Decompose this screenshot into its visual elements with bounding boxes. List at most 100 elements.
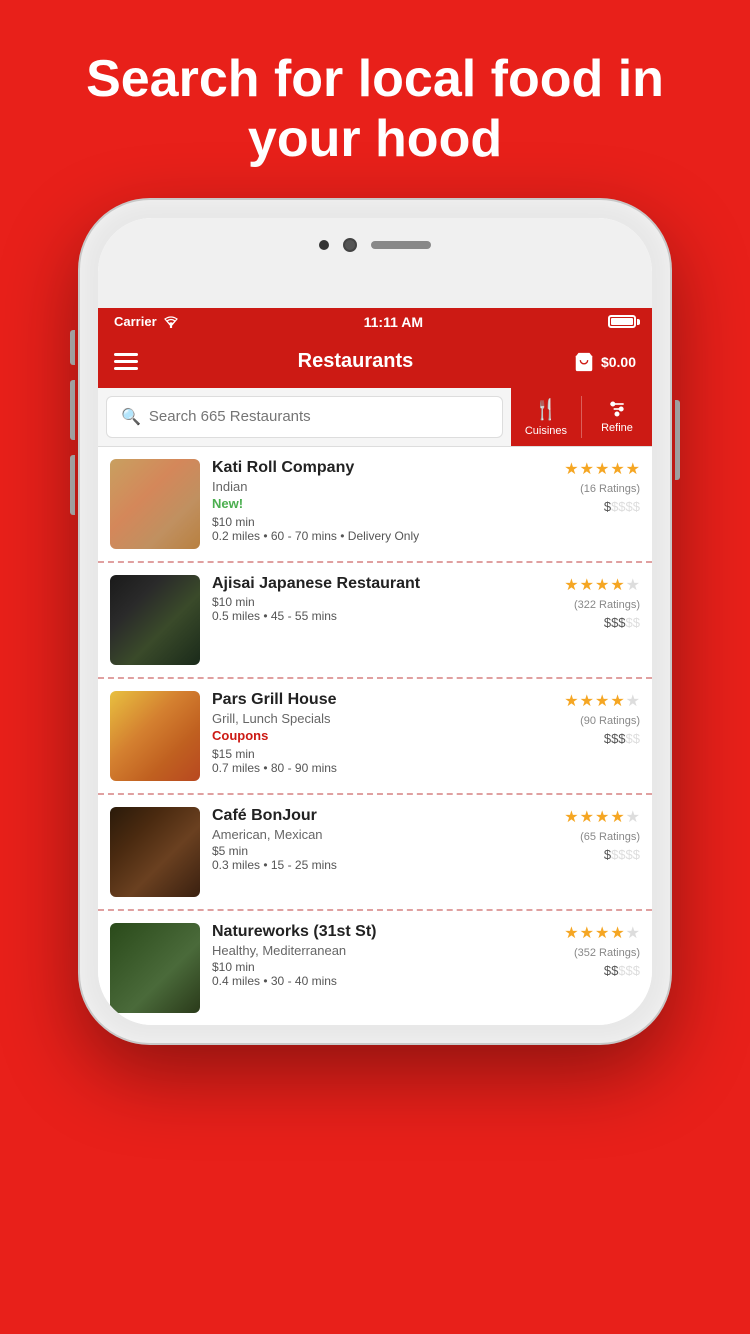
star-1: ★ xyxy=(564,807,578,827)
star-1: ★ xyxy=(564,459,578,479)
restaurant-badge: Coupons xyxy=(212,728,530,743)
star-2: ★ xyxy=(580,807,594,827)
cuisines-label: Cuisines xyxy=(525,425,567,437)
star-5: ★ xyxy=(626,575,640,595)
side-button-vol-down xyxy=(70,455,75,515)
star-rating: ★★★★★ xyxy=(564,459,640,479)
cuisines-icon: 🍴 xyxy=(533,397,558,422)
restaurant-thumbnail xyxy=(110,923,200,1013)
star-4: ★ xyxy=(610,923,624,943)
side-button-mute xyxy=(70,330,75,365)
cart-button[interactable]: $0.00 xyxy=(573,351,636,373)
star-rating: ★★★★★ xyxy=(564,575,640,595)
restaurant-name: Natureworks (31st St) xyxy=(212,923,530,941)
restaurant-side: ★★★★★ (16 Ratings) $$$$$ xyxy=(530,459,640,514)
wifi-icon xyxy=(163,316,179,328)
price-level: $$$$$ xyxy=(604,731,640,746)
restaurant-item[interactable]: Ajisai Japanese Restaurant $10 min 0.5 m… xyxy=(98,563,652,679)
nav-title: Restaurants xyxy=(298,350,414,373)
battery-icon xyxy=(608,315,636,328)
restaurant-min-order: $5 min xyxy=(212,844,530,858)
phone-shell: Carrier 11:11 AM xyxy=(80,200,670,1043)
restaurant-side: ★★★★★ (65 Ratings) $$$$$ xyxy=(530,807,640,862)
restaurant-delivery-info: 0.7 miles • 80 - 90 mins xyxy=(212,761,530,775)
cuisines-button[interactable]: 🍴 Cuisines xyxy=(511,388,581,446)
star-2: ★ xyxy=(580,459,594,479)
star-4: ★ xyxy=(610,459,624,479)
star-3: ★ xyxy=(595,575,609,595)
restaurant-delivery-info: 0.4 miles • 30 - 40 mins xyxy=(212,974,530,988)
cart-amount: $0.00 xyxy=(601,354,636,370)
star-4: ★ xyxy=(610,691,624,711)
price-level: $$$$$ xyxy=(604,499,640,514)
restaurant-badge: New! xyxy=(212,496,530,511)
refine-button[interactable]: Refine xyxy=(582,388,652,446)
carrier-label: Carrier xyxy=(114,314,157,329)
battery-fill xyxy=(611,318,633,325)
hamburger-line-3 xyxy=(114,367,138,370)
restaurant-info: Kati Roll Company Indian New! $10 min 0.… xyxy=(212,459,530,543)
cart-bag-icon xyxy=(573,351,595,373)
ratings-count: (352 Ratings) xyxy=(574,947,640,959)
restaurant-side: ★★★★★ (352 Ratings) $$$$$ xyxy=(530,923,640,978)
restaurant-min-order: $10 min xyxy=(212,515,530,529)
star-2: ★ xyxy=(580,923,594,943)
star-3: ★ xyxy=(595,691,609,711)
restaurant-list: Kati Roll Company Indian New! $10 min 0.… xyxy=(98,447,652,1025)
restaurant-min-order: $10 min xyxy=(212,595,530,609)
restaurant-name: Kati Roll Company xyxy=(212,459,530,477)
star-rating: ★★★★★ xyxy=(564,691,640,711)
restaurant-info: Café BonJour American, Mexican $5 min 0.… xyxy=(212,807,530,872)
star-5: ★ xyxy=(626,923,640,943)
star-4: ★ xyxy=(610,807,624,827)
search-input[interactable] xyxy=(149,408,488,425)
filter-buttons: 🍴 Cuisines Refine xyxy=(511,388,652,446)
hamburger-line-2 xyxy=(114,360,138,363)
status-bar: Carrier 11:11 AM xyxy=(98,308,652,336)
status-left: Carrier xyxy=(114,314,179,329)
restaurant-thumbnail xyxy=(110,459,200,549)
star-3: ★ xyxy=(595,807,609,827)
price-level: $$$$$ xyxy=(604,615,640,630)
search-filter-row: 🔍 🍴 Cuisines xyxy=(98,388,652,447)
side-button-vol-up xyxy=(70,380,75,440)
restaurant-delivery-info: 0.5 miles • 45 - 55 mins xyxy=(212,609,530,623)
star-3: ★ xyxy=(595,459,609,479)
hero-title: Search for local food in your hood xyxy=(0,0,750,200)
nav-bar: Restaurants $0.00 xyxy=(98,336,652,388)
restaurant-thumbnail xyxy=(110,807,200,897)
restaurant-cuisine: Healthy, Mediterranean xyxy=(212,943,530,958)
restaurant-min-order: $10 min xyxy=(212,960,530,974)
refine-icon xyxy=(607,399,627,419)
restaurant-thumbnail xyxy=(110,575,200,665)
camera-area xyxy=(319,238,431,252)
restaurant-name: Pars Grill House xyxy=(212,691,530,709)
restaurant-item[interactable]: Kati Roll Company Indian New! $10 min 0.… xyxy=(98,447,652,563)
star-3: ★ xyxy=(595,923,609,943)
ratings-count: (16 Ratings) xyxy=(580,483,640,495)
restaurant-item[interactable]: Natureworks (31st St) Healthy, Mediterra… xyxy=(98,911,652,1025)
star-rating: ★★★★★ xyxy=(564,807,640,827)
restaurant-thumbnail xyxy=(110,691,200,781)
restaurant-item[interactable]: Café BonJour American, Mexican $5 min 0.… xyxy=(98,795,652,911)
search-box[interactable]: 🔍 xyxy=(106,396,503,438)
phone-top-bezel xyxy=(98,218,652,308)
camera-lens xyxy=(343,238,357,252)
price-level: $$$$$ xyxy=(604,847,640,862)
star-5: ★ xyxy=(626,459,640,479)
hamburger-menu-button[interactable] xyxy=(114,353,138,370)
restaurant-side: ★★★★★ (90 Ratings) $$$$$ xyxy=(530,691,640,746)
ratings-count: (90 Ratings) xyxy=(580,715,640,727)
ratings-count: (322 Ratings) xyxy=(574,599,640,611)
restaurant-name: Ajisai Japanese Restaurant xyxy=(212,575,530,593)
star-rating: ★★★★★ xyxy=(564,923,640,943)
restaurant-side: ★★★★★ (322 Ratings) $$$$$ xyxy=(530,575,640,630)
star-2: ★ xyxy=(580,575,594,595)
phone-mockup: Carrier 11:11 AM xyxy=(80,200,670,1043)
restaurant-info: Ajisai Japanese Restaurant $10 min 0.5 m… xyxy=(212,575,530,623)
restaurant-cuisine: Indian xyxy=(212,479,530,494)
star-1: ★ xyxy=(564,923,578,943)
star-1: ★ xyxy=(564,575,578,595)
restaurant-delivery-info: 0.2 miles • 60 - 70 mins • Delivery Only xyxy=(212,529,530,543)
restaurant-item[interactable]: Pars Grill House Grill, Lunch Specials C… xyxy=(98,679,652,795)
